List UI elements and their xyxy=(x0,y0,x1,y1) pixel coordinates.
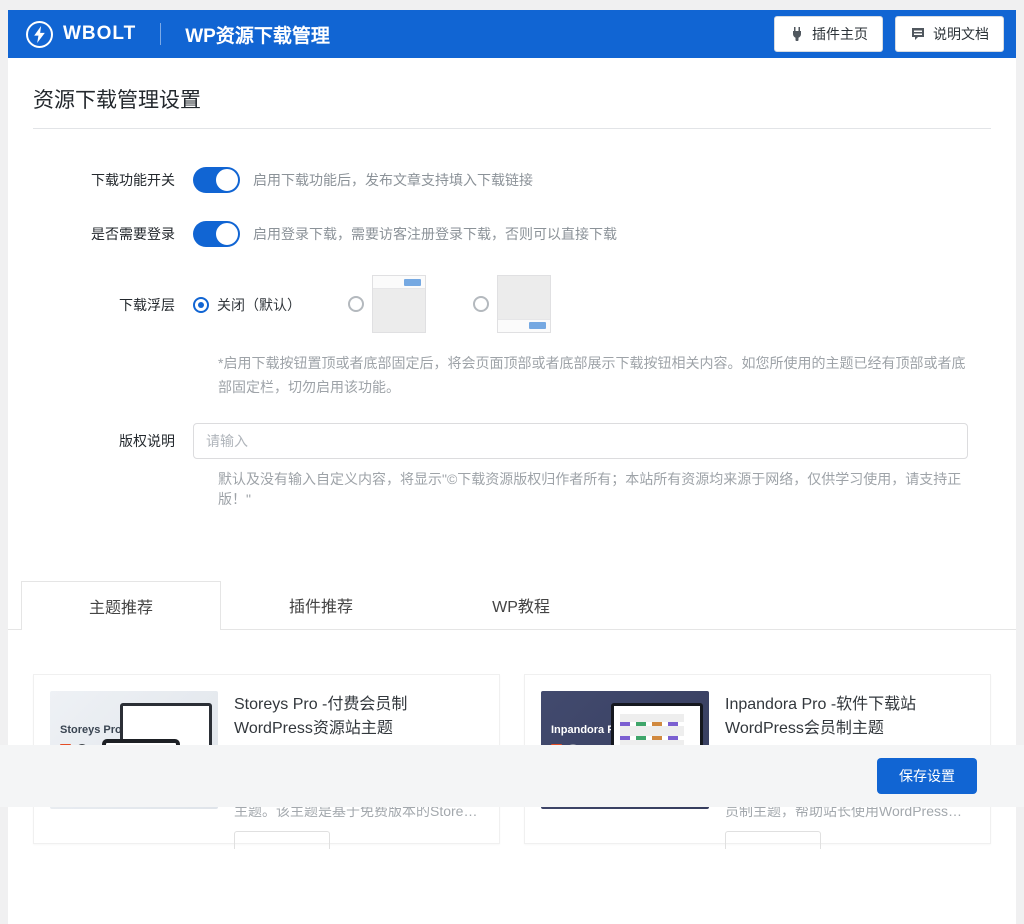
card-title[interactable]: Storeys Pro -付费会员制WordPress资源站主题 xyxy=(234,693,483,741)
plugin-home-button[interactable]: 插件主页 xyxy=(774,16,883,52)
radio-unchecked-icon xyxy=(473,296,489,312)
tab-wp-tutorial[interactable]: WP教程 xyxy=(421,581,621,629)
brand-divider xyxy=(160,23,161,45)
radio-unchecked-icon xyxy=(348,296,364,312)
row-download-overlay: 下载浮层 关闭（默认） xyxy=(33,275,991,333)
overlay-bottom-thumbnail[interactable] xyxy=(497,275,551,333)
header-actions: 插件主页 说明文档 xyxy=(774,16,1004,52)
overlay-label: 下载浮层 xyxy=(33,275,193,333)
tab-theme-recommend[interactable]: 主题推荐 xyxy=(21,581,221,630)
toggle-knob xyxy=(215,222,239,246)
row-download-switch: 下载功能开关 启用下载功能后，发布文章支持填入下载链接 xyxy=(33,167,991,193)
toggle-knob xyxy=(215,168,239,192)
thumb-download-chip xyxy=(404,279,421,286)
brand: WBOLT WP资源下载管理 xyxy=(26,21,330,48)
copyright-label: 版权说明 xyxy=(33,423,193,459)
download-switch-label: 下载功能开关 xyxy=(33,167,193,193)
login-required-toggle[interactable] xyxy=(193,221,240,247)
login-required-label: 是否需要登录 xyxy=(33,221,193,247)
plug-icon xyxy=(789,26,805,42)
plugin-home-label: 插件主页 xyxy=(812,24,868,44)
copyright-input[interactable] xyxy=(193,423,968,459)
overlay-option-bottom[interactable] xyxy=(473,275,551,333)
wbolt-bolt-logo-icon xyxy=(26,21,53,48)
docs-button[interactable]: 说明文档 xyxy=(895,16,1004,52)
login-required-hint: 启用登录下载，需要访客注册登录下载，否则可以直接下载 xyxy=(253,221,617,247)
download-switch-toggle[interactable] xyxy=(193,167,240,193)
theme-card-list: Storeys Pro 网站主题 xyxy=(8,630,1016,844)
save-bar: 保存设置 xyxy=(0,745,1024,807)
thumb-topbar xyxy=(373,276,425,289)
overlay-option-closed-label: 关闭（默认） xyxy=(217,295,301,315)
card-more-button[interactable] xyxy=(234,831,330,849)
page-title: 资源下载管理设置 xyxy=(8,58,1016,128)
thumb-bottombar xyxy=(498,319,550,332)
overlay-note: *启用下载按钮置顶或者底部固定后，将会页面顶部或者底部展示下载按钮相关内容。如您… xyxy=(218,351,966,399)
save-settings-button[interactable]: 保存设置 xyxy=(877,758,977,794)
row-copyright: 版权说明 xyxy=(33,423,991,459)
overlay-option-top[interactable] xyxy=(348,275,426,333)
radio-checked-icon xyxy=(193,297,209,313)
overlay-option-closed[interactable]: 关闭（默认） xyxy=(193,295,301,315)
plugin-header: WBOLT WP资源下载管理 插件主页 说明文档 xyxy=(8,10,1016,58)
thumb-download-chip xyxy=(529,322,546,329)
row-login-required: 是否需要登录 启用登录下载，需要访客注册登录下载，否则可以直接下载 xyxy=(33,221,991,247)
document-icon xyxy=(910,26,926,42)
download-switch-hint: 启用下载功能后，发布文章支持填入下载链接 xyxy=(253,167,533,193)
card-title[interactable]: Inpandora Pro -软件下载站WordPress会员制主题 xyxy=(725,693,974,741)
recommend-tabs: 主题推荐 插件推荐 WP教程 xyxy=(8,581,1016,630)
settings-form: 下载功能开关 启用下载功能后，发布文章支持填入下载链接 是否需要登录 启用登录下… xyxy=(8,129,1016,509)
card-more-button[interactable] xyxy=(725,831,821,849)
overlay-top-thumbnail[interactable] xyxy=(372,275,426,333)
docs-label: 说明文档 xyxy=(933,24,989,44)
copyright-hint: 默认及没有输入自定义内容，将显示"©下载资源版权归作者所有；本站所有资源均来源于… xyxy=(218,469,966,509)
brand-name: WBOLT xyxy=(63,23,136,45)
plugin-title: WP资源下载管理 xyxy=(185,21,330,48)
tab-plugin-recommend[interactable]: 插件推荐 xyxy=(221,581,421,629)
